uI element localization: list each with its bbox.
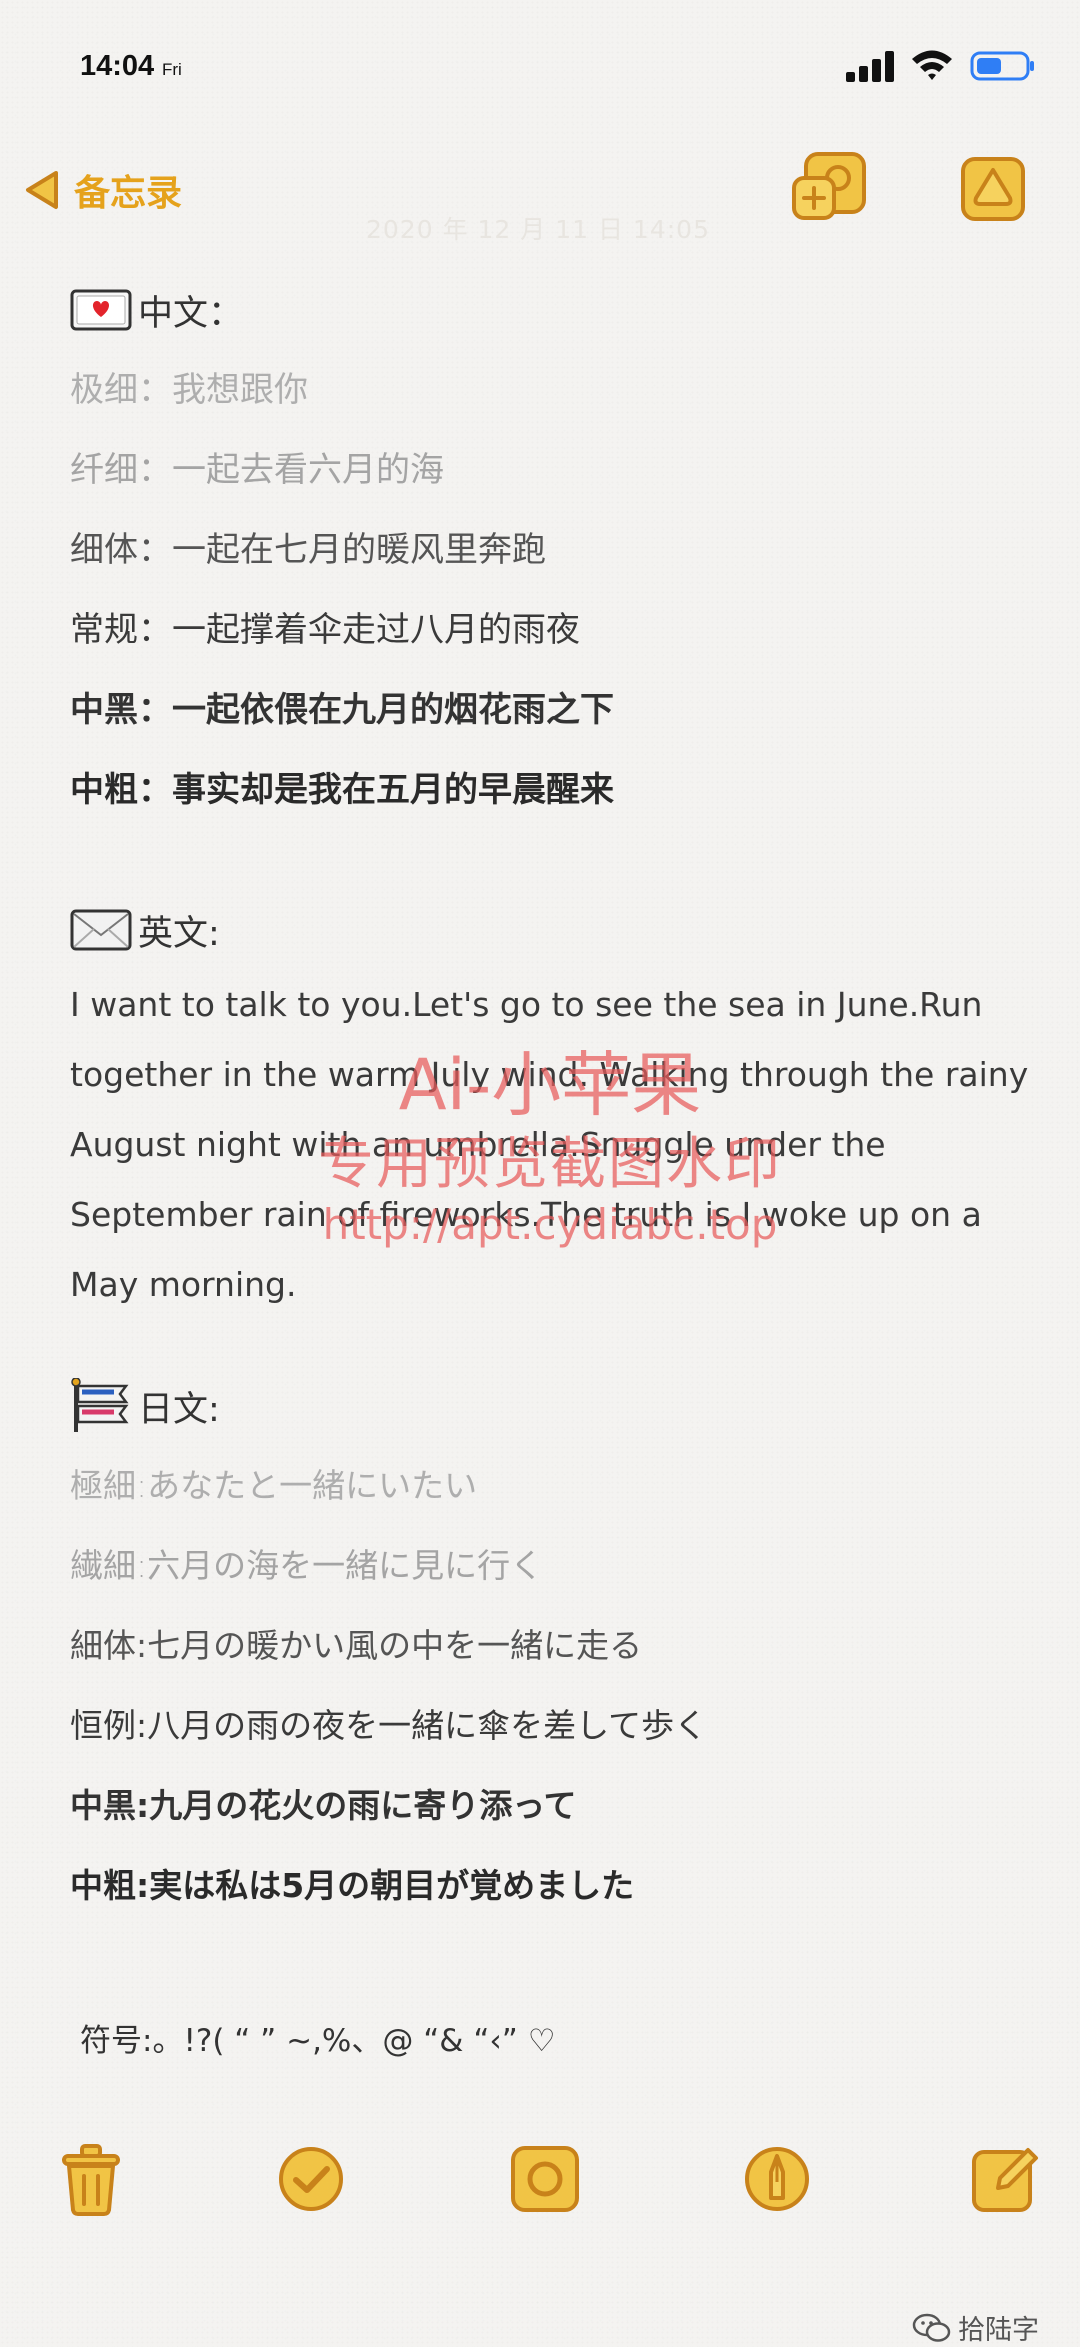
back-label: 备忘录 <box>74 173 183 214</box>
status-day: Fri <box>162 60 182 79</box>
battery-icon <box>970 51 1034 81</box>
english-heading: 英文: <box>70 890 1030 970</box>
japanese-line-semibold: 中粗:実は私は5月の朝目が覚めました <box>70 1866 635 1905</box>
envelope-icon <box>70 909 132 951</box>
wechat-icon <box>912 2313 951 2342</box>
nav-bar: 备忘录 2020 年 12 月 11 日 14:05 <box>0 150 1080 244</box>
chinese-heading: 中文： <box>70 270 1030 350</box>
japanese-heading: 日文: <box>70 1366 1030 1446</box>
chinese-line-light: 细体：一起在七月的暖风里奔跑 <box>70 530 546 570</box>
english-heading-text: 英文: <box>138 913 220 954</box>
more-icon[interactable] <box>960 156 1026 222</box>
japanese-line-ultralight: 極細:あなたと一緒にいたい <box>70 1466 478 1505</box>
signal-icon <box>846 51 894 82</box>
wechat-label: 拾陆字 <box>958 2315 1039 2346</box>
love-letter-icon <box>70 289 132 331</box>
chinese-heading-text: 中文： <box>138 293 244 334</box>
note-date: 2020 年 12 月 11 日 14:05 <box>366 215 710 244</box>
japanese-line-thin: 繊細:六月の海を一緒に見に行く <box>70 1546 544 1585</box>
carp-streamer-icon <box>71 1378 129 1432</box>
japanese-line-regular: 恒例:八月の雨の夜を一緒に傘を差して歩く <box>70 1706 708 1745</box>
camera-icon[interactable] <box>510 2142 580 2216</box>
trash-icon[interactable] <box>56 2142 126 2216</box>
symbols-line: 符号:。!?( “ ” ~,%、@ “& “‹” ♡ <box>80 2023 556 2059</box>
status-time: 14:04 <box>80 50 155 82</box>
bottom-toolbar <box>0 2130 1080 2230</box>
chevron-left-icon <box>26 171 58 209</box>
japanese-line-light: 細体:七月の暖かい風の中を一緒に走る <box>70 1626 643 1665</box>
japanese-heading-text: 日文: <box>138 1389 220 1430</box>
chinese-line-regular: 常规：一起撑着伞走过八月的雨夜 <box>70 610 580 650</box>
compose-icon[interactable] <box>970 2142 1040 2216</box>
wechat-mark: 拾陆字 <box>912 2308 1039 2347</box>
pen-markup-icon[interactable] <box>742 2142 812 2216</box>
japanese-line-medium: 中黒:九月の花火の雨に寄り添って <box>70 1786 577 1825</box>
chinese-line-medium: 中黑：一起依偎在九月的烟花雨之下 <box>70 690 614 730</box>
note-body[interactable]: 中文： 极细：我想跟你 纤细：一起去看六月的海 细体：一起在七月的暖风里奔跑 常… <box>70 270 1030 1926</box>
status-bar: 14:04 Fri <box>0 0 1080 120</box>
english-paragraph: I want to talk to you.Let's go to see th… <box>70 985 1029 1304</box>
chinese-line-semibold: 中粗：事实却是我在五月的早晨醒来 <box>70 770 614 810</box>
chinese-line-thin: 纤细：一起去看六月的海 <box>70 450 444 490</box>
chinese-line-ultralight: 极细：我想跟你 <box>70 370 308 410</box>
checklist-icon[interactable] <box>276 2142 346 2216</box>
wifi-icon <box>912 50 952 80</box>
back-button[interactable]: 备忘录 <box>22 162 182 218</box>
share-add-person-icon[interactable] <box>790 150 870 230</box>
